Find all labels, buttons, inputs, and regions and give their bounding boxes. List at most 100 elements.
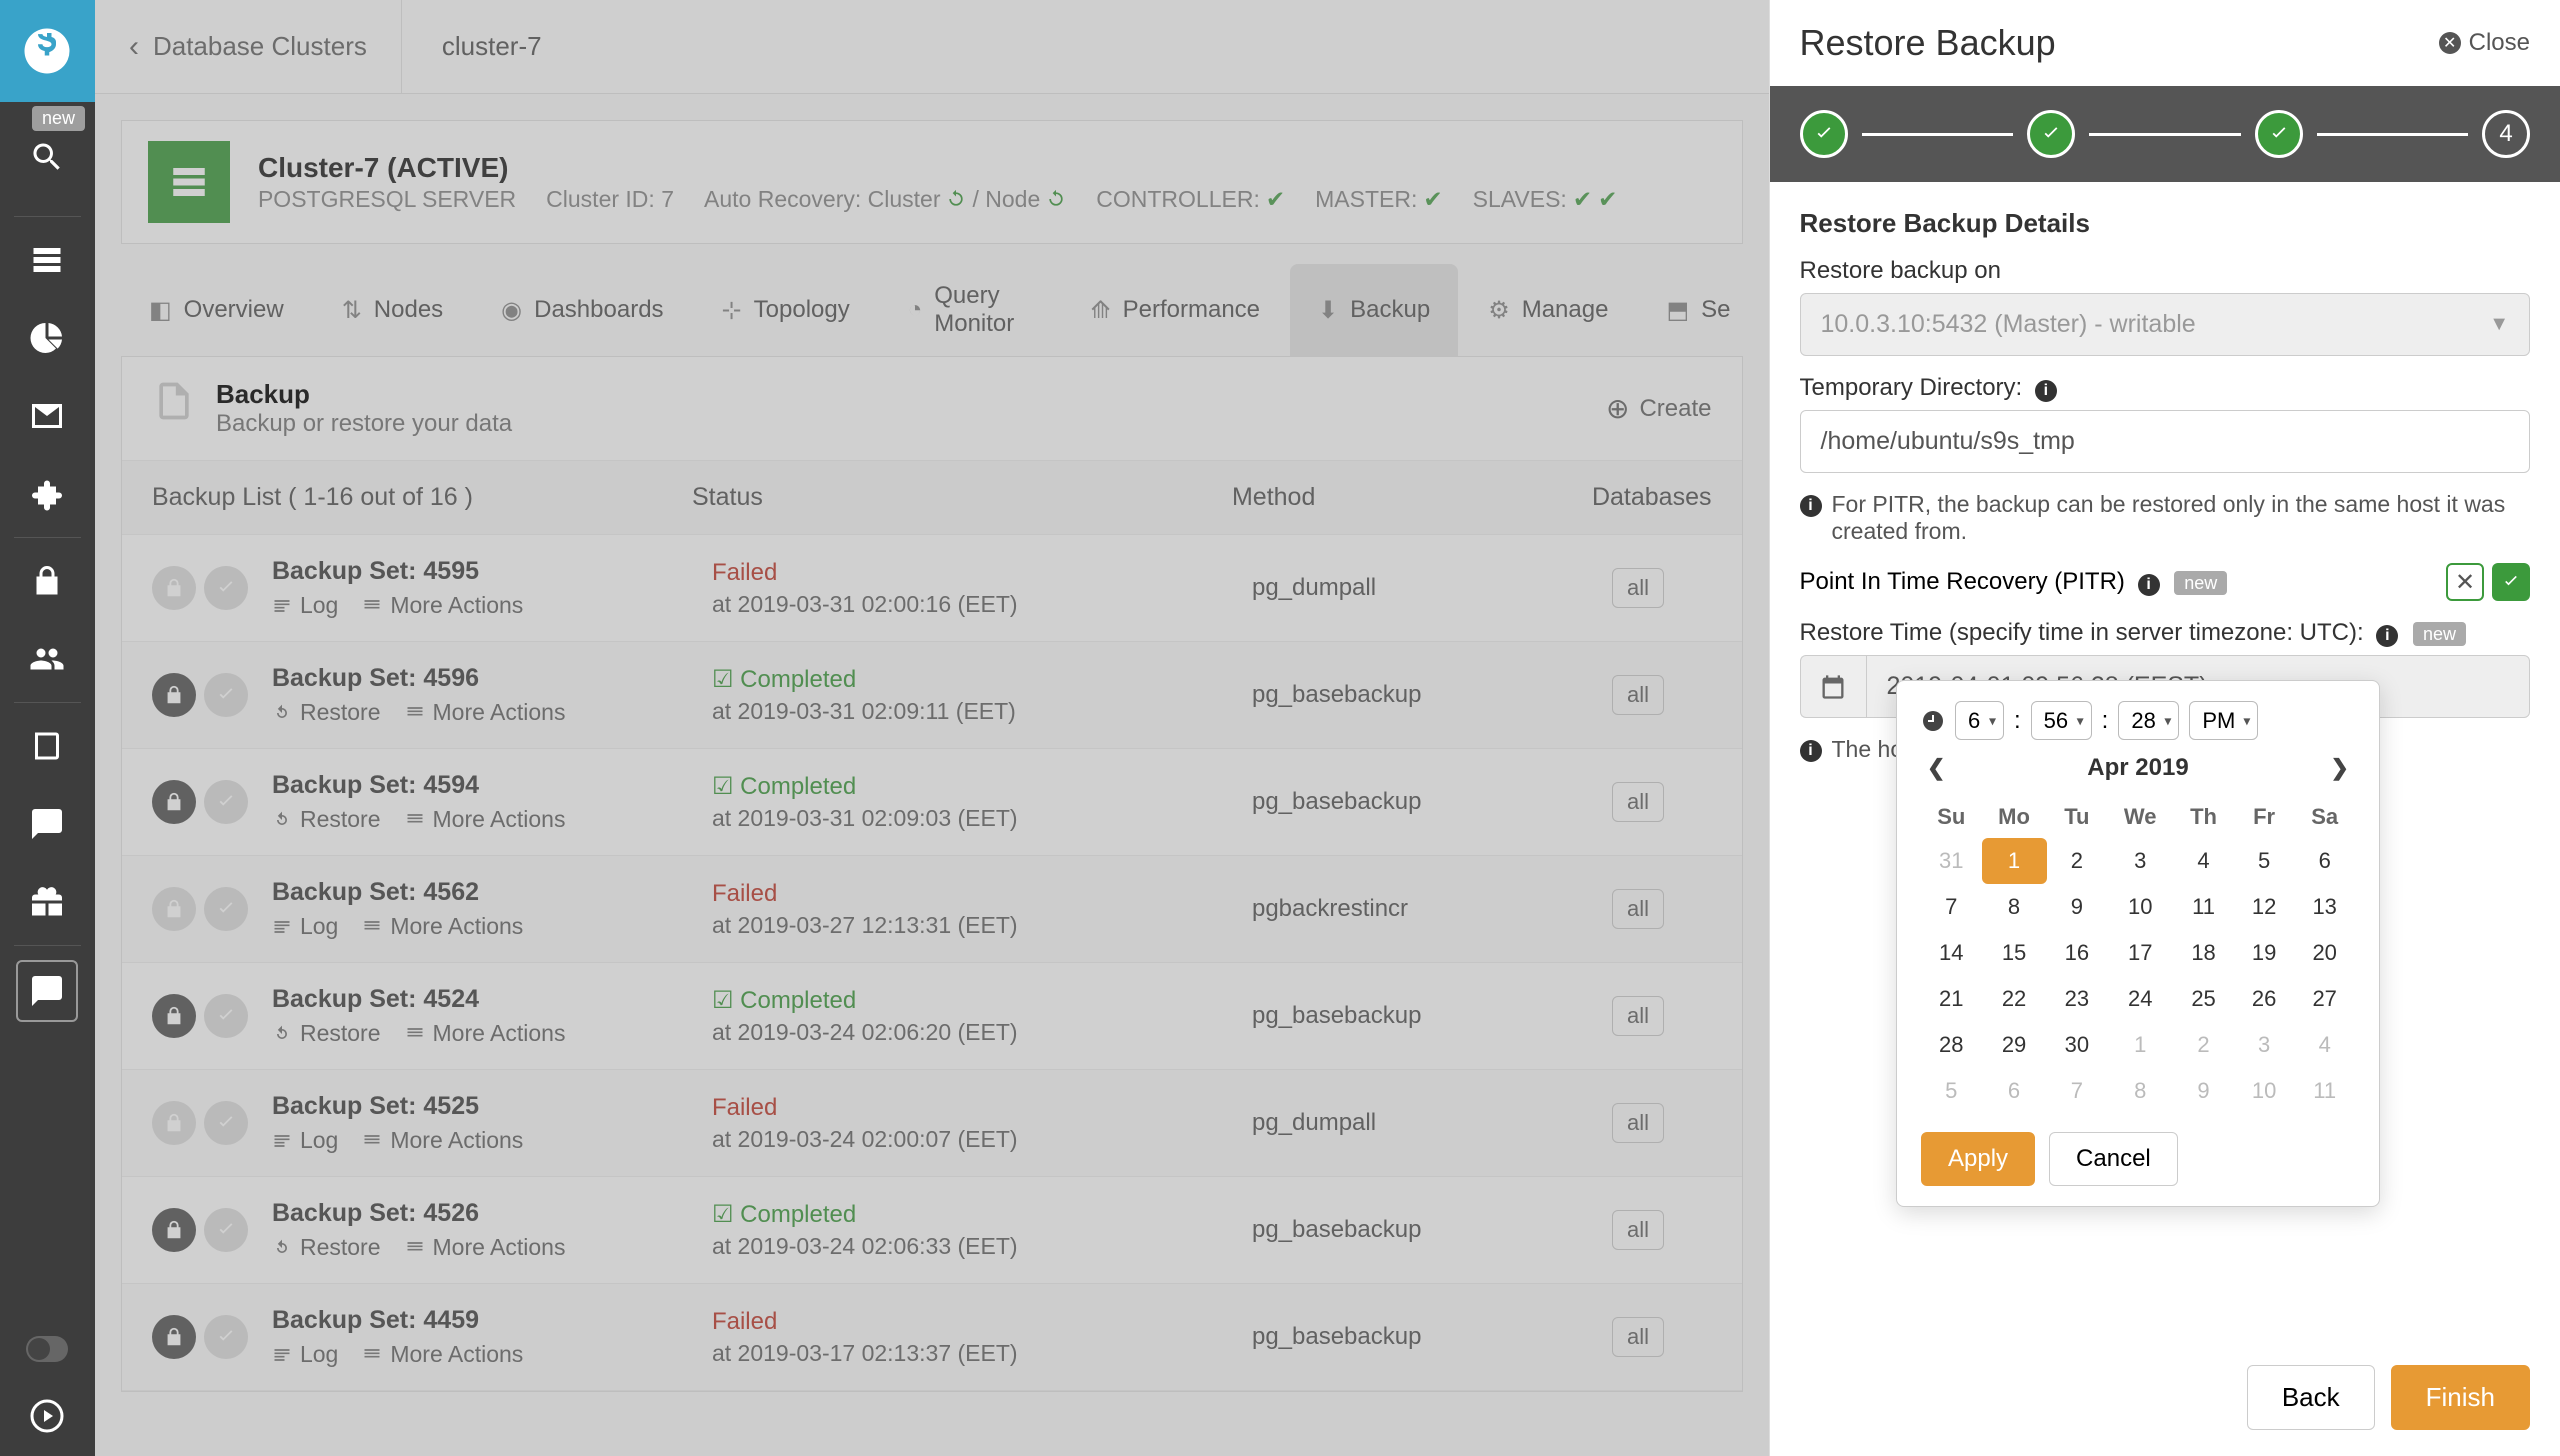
app-logo[interactable] — [0, 0, 95, 102]
log-link[interactable]: Log — [272, 913, 338, 940]
log-link[interactable]: Log — [272, 1341, 338, 1368]
hour-select[interactable]: 6 — [1955, 701, 2004, 740]
calendar-day[interactable]: 8 — [2107, 1068, 2173, 1114]
second-select[interactable]: 28 — [2118, 701, 2179, 740]
calendar-day[interactable]: 29 — [1982, 1022, 2047, 1068]
more-actions-link[interactable]: More Actions — [362, 1341, 523, 1368]
rail-lock[interactable] — [0, 542, 95, 620]
calendar-day[interactable]: 18 — [2173, 930, 2234, 976]
calendar-day[interactable]: 1 — [2107, 1022, 2173, 1068]
calendar-day[interactable]: 6 — [1982, 1068, 2047, 1114]
pitr-toggle[interactable]: ✕ — [2446, 563, 2530, 601]
calendar-day[interactable]: 2 — [2047, 838, 2108, 884]
step-1[interactable] — [1800, 110, 1848, 158]
calendar-day[interactable]: 10 — [2107, 884, 2173, 930]
tab-topology[interactable]: ⊹Topology — [694, 264, 878, 356]
rail-gift[interactable] — [0, 863, 95, 941]
calendar-day[interactable]: 24 — [2107, 976, 2173, 1022]
calendar-day[interactable]: 11 — [2294, 1068, 2355, 1114]
tab-performance[interactable]: ⟰Performance — [1063, 264, 1289, 356]
calendar-button[interactable] — [1800, 655, 1866, 718]
restore-link[interactable]: Restore — [272, 806, 381, 833]
calendar-day[interactable]: 11 — [2173, 884, 2234, 930]
rail-clusters[interactable] — [0, 221, 95, 299]
rail-book[interactable] — [0, 707, 95, 785]
finish-button[interactable]: Finish — [2391, 1365, 2530, 1430]
calendar-day[interactable]: 1 — [1982, 838, 2047, 884]
restore-link[interactable]: Restore — [272, 1234, 381, 1261]
rail-toggle[interactable] — [26, 1336, 68, 1362]
pitr-off[interactable]: ✕ — [2446, 563, 2484, 601]
more-actions-link[interactable]: More Actions — [405, 1234, 566, 1261]
ampm-select[interactable]: PM — [2189, 701, 2258, 740]
rail-comment[interactable] — [0, 785, 95, 863]
log-link[interactable]: Log — [272, 1127, 338, 1154]
more-actions-link[interactable]: More Actions — [362, 1127, 523, 1154]
rail-puzzle[interactable] — [0, 455, 95, 533]
calendar-day[interactable]: 14 — [1921, 930, 1982, 976]
calendar-day[interactable]: 12 — [2234, 884, 2295, 930]
step-4[interactable]: 4 — [2482, 110, 2530, 158]
calendar-day[interactable]: 27 — [2294, 976, 2355, 1022]
calendar-day[interactable]: 25 — [2173, 976, 2234, 1022]
calendar-day[interactable]: 5 — [2234, 838, 2295, 884]
calendar-day[interactable]: 8 — [1982, 884, 2047, 930]
tab-nodes[interactable]: ⇅Nodes — [314, 264, 471, 356]
rail-play[interactable] — [0, 1386, 95, 1446]
calendar-day[interactable]: 23 — [2047, 976, 2108, 1022]
next-month[interactable]: ❯ — [2331, 755, 2349, 781]
calendar-day[interactable]: 22 — [1982, 976, 2047, 1022]
more-actions-link[interactable]: More Actions — [405, 699, 566, 726]
create-backup-link[interactable]: Create — [1606, 392, 1712, 425]
breadcrumb-root[interactable]: ‹Database Clusters — [95, 0, 402, 93]
calendar-day[interactable]: 3 — [2107, 838, 2173, 884]
info-icon[interactable]: i — [2035, 380, 2057, 402]
tab-overview[interactable]: ◧Overview — [121, 264, 312, 356]
tab-query-monitor[interactable]: ◔Query Monitor — [880, 264, 1061, 356]
calendar-day[interactable]: 9 — [2173, 1068, 2234, 1114]
step-2[interactable] — [2027, 110, 2075, 158]
tab-dashboards[interactable]: ◉Dashboards — [473, 264, 691, 356]
restore-on-select[interactable]: 10.0.3.10:5432 (Master) - writable▼ — [1800, 293, 2531, 356]
more-actions-link[interactable]: More Actions — [362, 913, 523, 940]
picker-apply[interactable]: Apply — [1921, 1132, 2035, 1186]
tab-se[interactable]: ⬒Se — [1638, 264, 1758, 356]
calendar-day[interactable]: 4 — [2173, 838, 2234, 884]
calendar-day[interactable]: 16 — [2047, 930, 2108, 976]
calendar-day[interactable]: 20 — [2294, 930, 2355, 976]
calendar-day[interactable]: 31 — [1921, 838, 1982, 884]
restore-link[interactable]: Restore — [272, 1020, 381, 1047]
calendar-day[interactable]: 10 — [2234, 1068, 2295, 1114]
calendar-day[interactable]: 13 — [2294, 884, 2355, 930]
calendar-day[interactable]: 30 — [2047, 1022, 2108, 1068]
tab-manage[interactable]: ⚙Manage — [1460, 264, 1636, 356]
calendar-day[interactable]: 5 — [1921, 1068, 1982, 1114]
step-3[interactable] — [2255, 110, 2303, 158]
calendar-day[interactable]: 17 — [2107, 930, 2173, 976]
rail-mail[interactable] — [0, 377, 95, 455]
more-actions-link[interactable]: More Actions — [405, 806, 566, 833]
minute-select[interactable]: 56 — [2031, 701, 2092, 740]
log-link[interactable]: Log — [272, 592, 338, 619]
calendar-day[interactable]: 2 — [2173, 1022, 2234, 1068]
info-icon[interactable]: i — [2138, 574, 2160, 596]
more-actions-link[interactable]: More Actions — [362, 592, 523, 619]
more-actions-link[interactable]: More Actions — [405, 1020, 566, 1047]
calendar-day[interactable]: 7 — [2047, 1068, 2108, 1114]
tmpdir-input[interactable]: /home/ubuntu/s9s_tmp — [1800, 410, 2531, 473]
back-button[interactable]: Back — [2247, 1365, 2375, 1430]
calendar-day[interactable]: 15 — [1982, 930, 2047, 976]
calendar-day[interactable]: 21 — [1921, 976, 1982, 1022]
calendar-day[interactable]: 9 — [2047, 884, 2108, 930]
pitr-on[interactable] — [2492, 563, 2530, 601]
prev-month[interactable]: ❮ — [1927, 755, 1945, 781]
calendar-day[interactable]: 4 — [2294, 1022, 2355, 1068]
tab-backup[interactable]: ⬇Backup — [1290, 264, 1458, 356]
calendar-day[interactable]: 26 — [2234, 976, 2295, 1022]
calendar-day[interactable]: 6 — [2294, 838, 2355, 884]
picker-cancel[interactable]: Cancel — [2049, 1132, 2178, 1186]
close-button[interactable]: ✕Close — [2439, 29, 2530, 57]
rail-users[interactable] — [0, 620, 95, 698]
calendar-day[interactable]: 3 — [2234, 1022, 2295, 1068]
info-icon[interactable]: i — [2376, 625, 2398, 647]
